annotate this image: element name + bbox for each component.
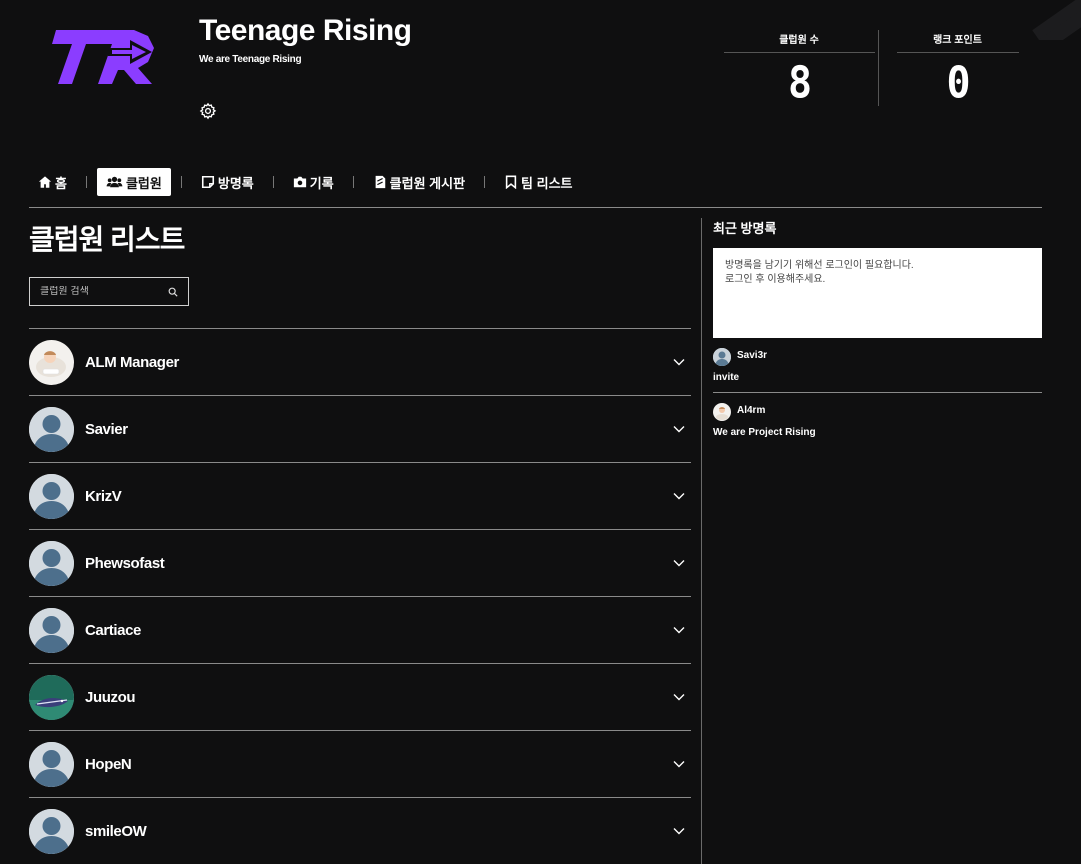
stat-label: 클럽원 수 <box>723 31 875 53</box>
entry-text: We are Project Rising <box>713 427 816 438</box>
avatar <box>713 348 731 366</box>
list-item[interactable]: KrizV <box>29 463 691 530</box>
tab-members[interactable]: 클럽원 <box>96 168 171 196</box>
club-nav: 홈 클럽원 방명록 기록 클럽원 게시판 팀 리스트 <box>29 168 1042 208</box>
avatar <box>29 674 74 720</box>
nav-divider <box>180 176 182 188</box>
tab-label: 기록 <box>309 175 334 191</box>
member-section: 클럽원 리스트 ALM Manager Savier KrizV <box>29 218 691 864</box>
tab-label: 클럽원 게시판 <box>389 175 466 191</box>
sidebar-title: 최근 방명록 <box>713 221 777 236</box>
board-icon <box>375 175 385 189</box>
tab-label: 홈 <box>55 175 67 191</box>
camera-icon <box>293 176 306 188</box>
chevron-down-icon[interactable] <box>673 758 685 770</box>
note-icon <box>201 175 214 189</box>
home-icon <box>38 176 52 188</box>
recent-guestbook: 최근 방명록 방명록을 남기기 위해선 로그인이 필요합니다. 로그인 후 이용… <box>713 218 1042 447</box>
avatar <box>29 741 74 787</box>
search-icon[interactable] <box>168 287 178 297</box>
member-name: smileOW <box>85 822 147 840</box>
chevron-down-icon[interactable] <box>673 691 685 703</box>
member-name: KrizV <box>85 487 122 505</box>
avatar <box>713 403 731 421</box>
avatar <box>29 808 74 854</box>
member-name: Juuzou <box>85 688 136 706</box>
avatar <box>29 607 74 653</box>
rank-point-stat: 랭크 포인트 0 <box>878 30 1036 108</box>
tab-label: 팀 리스트 <box>521 175 573 191</box>
search-input[interactable] <box>40 286 160 297</box>
chevron-down-icon[interactable] <box>673 825 685 837</box>
avatar <box>29 540 74 586</box>
entry-text: invite <box>713 372 740 383</box>
stat-value: 0 <box>946 57 970 109</box>
nav-divider <box>352 176 354 188</box>
gear-icon[interactable] <box>199 102 217 120</box>
member-name: HopeN <box>85 755 132 773</box>
nav-divider <box>484 176 486 188</box>
chevron-down-icon[interactable] <box>673 490 685 502</box>
list-item[interactable]: smileOW <box>29 798 691 864</box>
list-item[interactable]: Phewsofast <box>29 530 691 597</box>
tab-label: 방명록 <box>217 175 254 191</box>
member-count-stat: 클럽원 수 8 <box>720 30 878 108</box>
tab-records[interactable]: 기록 <box>284 168 343 196</box>
member-list: ALM Manager Savier KrizV Phewsofast Cart… <box>29 328 691 864</box>
tab-label: 클럽원 <box>125 175 162 191</box>
entry-author: Al4rm <box>737 404 766 416</box>
entry-author: Savi3r <box>737 349 768 361</box>
club-stats: 클럽원 수 8 랭크 포인트 0 <box>720 30 1036 108</box>
list-item[interactable]: Savier <box>29 396 691 463</box>
list-item[interactable]: ALM Manager <box>29 329 691 396</box>
nav-divider <box>85 176 87 188</box>
column-divider <box>701 218 702 864</box>
avatar <box>29 406 74 452</box>
member-name: Savier <box>85 420 128 438</box>
member-name: Phewsofast <box>85 554 165 572</box>
tab-team-list[interactable]: 팀 리스트 <box>495 168 581 196</box>
list-item[interactable]: HopeN <box>29 731 691 798</box>
bookmark-icon <box>505 175 517 189</box>
guestbook-entry: Al4rm We are Project Rising <box>713 393 1042 447</box>
list-item[interactable]: Juuzou <box>29 664 691 731</box>
member-name: ALM Manager <box>85 353 179 371</box>
nav-divider <box>272 176 274 188</box>
users-icon <box>106 176 123 188</box>
page-title: 클럽원 리스트 <box>29 224 185 255</box>
guestbook-entry: Savi3r invite <box>713 338 1042 393</box>
tab-member-board[interactable]: 클럽원 게시판 <box>364 168 474 196</box>
chevron-down-icon[interactable] <box>673 423 685 435</box>
chevron-down-icon[interactable] <box>673 356 685 368</box>
stat-value: 8 <box>787 57 812 109</box>
member-name: Cartiace <box>85 621 142 639</box>
chevron-down-icon[interactable] <box>673 624 685 636</box>
tab-home[interactable]: 홈 <box>29 168 76 196</box>
guestbook-input[interactable]: 방명록을 남기기 위해선 로그인이 필요합니다. 로그인 후 이용해주세요. <box>713 248 1042 338</box>
club-tagline: We are Teenage Rising <box>199 54 302 65</box>
tab-guestbook[interactable]: 방명록 <box>192 168 263 196</box>
member-search[interactable] <box>29 277 189 306</box>
avatar <box>29 339 74 385</box>
club-logo <box>52 30 154 84</box>
list-item[interactable]: Cartiace <box>29 597 691 664</box>
chevron-down-icon[interactable] <box>673 557 685 569</box>
club-name: Teenage Rising <box>199 14 412 47</box>
stat-label: 랭크 포인트 <box>896 31 1019 53</box>
avatar <box>29 473 74 519</box>
